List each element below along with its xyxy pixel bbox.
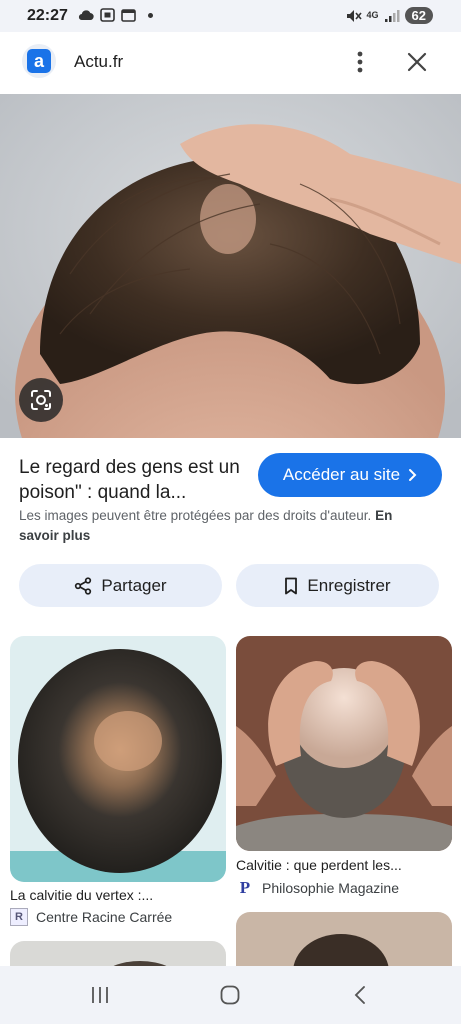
back-button[interactable] [340, 980, 380, 1010]
google-lens-button[interactable] [19, 378, 63, 422]
screenshot-icon [100, 8, 115, 22]
centre-racine-logo-icon: R [10, 908, 28, 926]
site-favicon-letter: a [27, 49, 51, 73]
hair-loss-photo [0, 94, 461, 438]
save-button[interactable]: Enregistrer [236, 564, 439, 607]
close-button[interactable] [402, 47, 432, 77]
site-name[interactable]: Actu.fr [74, 52, 123, 72]
result-caption-1[interactable]: La calvitie du vertex :... [10, 887, 153, 903]
result-source-1[interactable]: R Centre Racine Carrée [10, 908, 172, 926]
recent-apps-icon [92, 987, 108, 1003]
lens-icon [31, 390, 51, 410]
result-source-2[interactable]: P Philosophie Magazine [236, 878, 399, 898]
system-navigation-bar [0, 966, 461, 1024]
recent-apps-button[interactable] [80, 980, 120, 1010]
result-image-2[interactable] [236, 636, 452, 851]
home-icon [220, 985, 240, 1005]
chevron-right-icon [409, 469, 417, 481]
system-icons: 4G 62 [346, 7, 433, 24]
mute-icon [346, 9, 362, 22]
clock: 22:27 [27, 7, 68, 24]
share-button[interactable]: Partager [19, 564, 222, 607]
visit-site-label: Accéder au site [282, 465, 401, 484]
result-source-name-2: Philosophie Magazine [262, 880, 399, 896]
save-label: Enregistrer [307, 575, 391, 595]
philosophie-magazine-logo-icon: P [239, 878, 251, 897]
visit-site-button[interactable]: Accéder au site [258, 453, 442, 497]
signal-icon [384, 9, 400, 22]
notification-icons [78, 8, 153, 22]
result-caption-2[interactable]: Calvitie : que perdent les... [236, 857, 402, 873]
viewer-header: a Actu.fr [0, 32, 461, 94]
copyright-notice: Les images peuvent être protégées par de… [19, 506, 429, 546]
image-title[interactable]: Le regard des gens est un poison" : quan… [19, 455, 244, 505]
back-icon [354, 986, 365, 1004]
home-button[interactable] [210, 980, 250, 1010]
network-type: 4G [366, 10, 379, 20]
result-source-name-1: Centre Racine Carrée [36, 909, 173, 925]
more-notifications-dot [148, 12, 153, 18]
vertex-balding-photo [10, 636, 226, 882]
bookmark-icon [285, 577, 298, 594]
result-image-1[interactable] [10, 636, 226, 882]
more-vert-icon [357, 51, 363, 73]
battery-level: 62 [404, 7, 433, 24]
more-options-button[interactable] [346, 48, 374, 76]
copyright-text: Les images peuvent être protégées par de… [19, 508, 372, 523]
main-image[interactable] [0, 94, 461, 438]
share-label: Partager [101, 575, 167, 595]
share-icon [75, 576, 92, 595]
site-favicon[interactable]: a [22, 44, 56, 78]
status-bar: 22:27 4G 62 [0, 0, 461, 32]
cloud-icon [78, 10, 94, 21]
bald-man-hands-photo [236, 636, 452, 851]
calendar-icon [121, 9, 136, 22]
close-icon [407, 52, 427, 72]
